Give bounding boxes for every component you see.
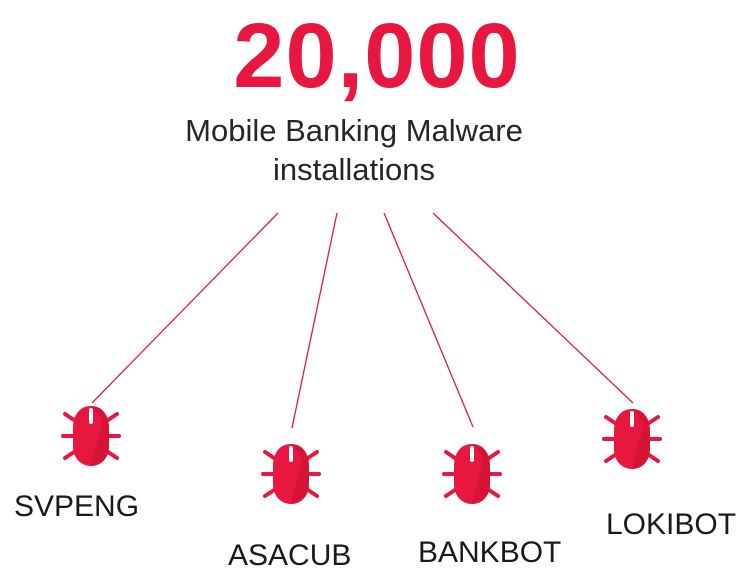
bug-icon xyxy=(602,409,662,469)
malware-label-bankbot: BANKBOT xyxy=(418,536,562,569)
connector-lokibot xyxy=(432,212,634,404)
connector-svpeng xyxy=(91,212,279,404)
connector-asacub xyxy=(291,212,338,429)
connector-lines xyxy=(91,212,634,429)
bug-icon xyxy=(261,444,321,504)
connector-bankbot xyxy=(383,212,474,428)
malware-label-asacub: ASACUB xyxy=(228,539,352,572)
malware-label-svpeng: SVPENG xyxy=(14,490,140,523)
bug-icon xyxy=(61,406,121,466)
bug-icon xyxy=(442,444,502,504)
malware-label-lokibot: LOKIBOT xyxy=(606,508,737,541)
